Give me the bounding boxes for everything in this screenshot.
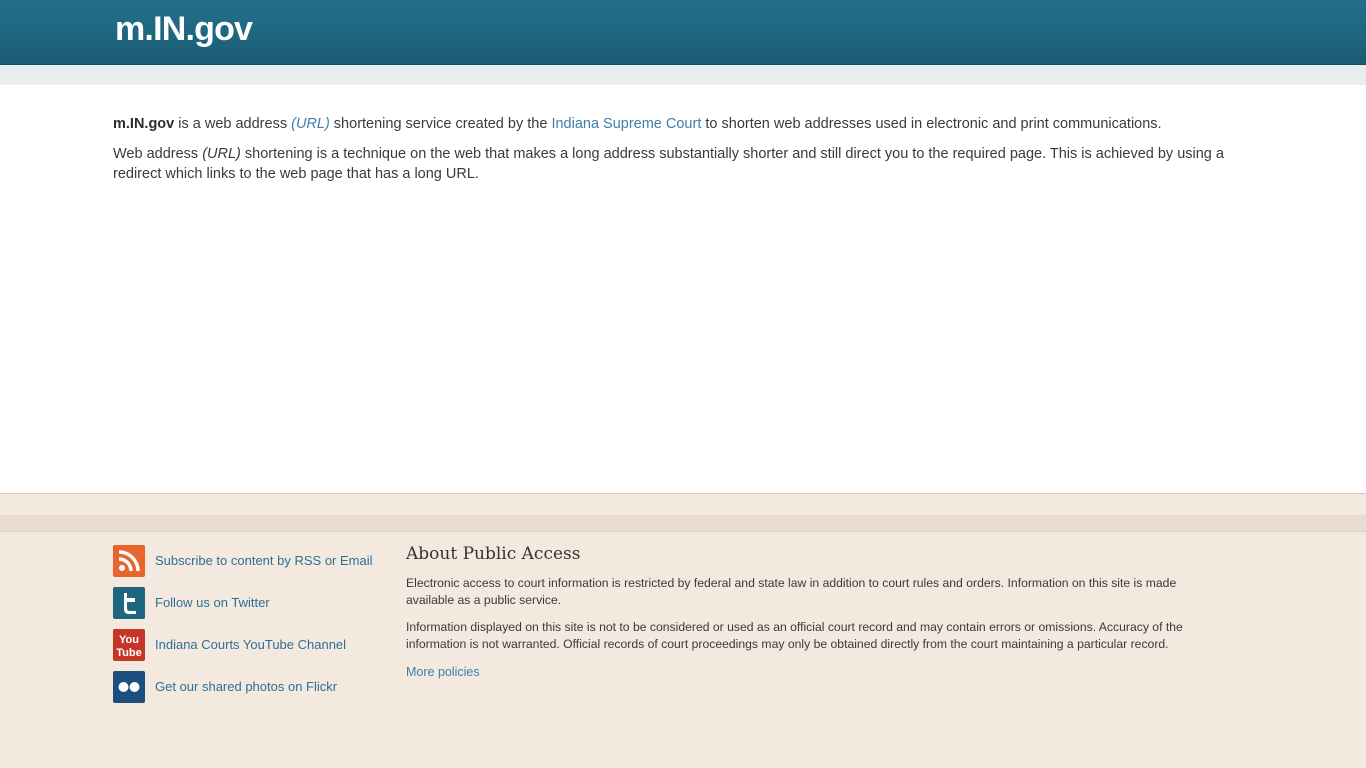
rss-link-label: Subscribe to content by RSS or Email	[155, 553, 373, 568]
site-header: m.IN.gov	[0, 0, 1366, 65]
intro-text-1: is a web address	[174, 116, 292, 132]
site-name-text: m.IN.gov	[113, 116, 175, 132]
about-title: About Public Access	[406, 544, 581, 564]
twitter-icon	[113, 587, 145, 619]
flickr-link-label: Get our shared photos on Flickr	[155, 679, 338, 694]
indiana-supreme-court-link[interactable]: Indiana Supreme Court	[551, 116, 701, 132]
explain-url-term: (URL)	[202, 146, 241, 162]
youtube-icon: You Tube	[113, 629, 145, 661]
svg-text:Tube: Tube	[116, 647, 141, 659]
about-paragraph-2: Information displayed on this site is no…	[406, 620, 1183, 651]
main-content-area: m.IN.gov is a web address (URL) shorteni…	[0, 85, 1366, 493]
explain-text-2: shortening is a technique on the web tha…	[113, 146, 1224, 182]
about-paragraph-1: Electronic access to court information i…	[406, 576, 1177, 607]
url-term: (URL)	[291, 116, 330, 132]
youtube-link-label: Indiana Courts YouTube Channel	[155, 637, 347, 652]
site-logo-link[interactable]: m.IN.gov	[115, 9, 253, 49]
svg-text:You: You	[119, 634, 139, 646]
url-term-link[interactable]: (URL)	[291, 116, 330, 132]
rss-icon	[113, 545, 145, 577]
flickr-icon	[113, 671, 145, 703]
intro-text-2: shortening service created by the	[329, 116, 552, 132]
intro-text-3: to shorten web addresses used in electro…	[701, 116, 1162, 132]
footer-divider	[0, 493, 1366, 494]
twitter-link-label: Follow us on Twitter	[155, 595, 270, 610]
sub-header-bar	[0, 65, 1366, 85]
content-body: m.IN.gov is a web address (URL) shorteni…	[113, 114, 1243, 194]
footer-band	[0, 515, 1366, 532]
explain-paragraph: Web address (URL) shortening is a techni…	[113, 144, 1243, 184]
about-public-access: About Public Access Electronic access to…	[406, 543, 1226, 681]
intro-paragraph: m.IN.gov is a web address (URL) shorteni…	[113, 114, 1243, 134]
more-policies-link[interactable]: More policies	[406, 665, 480, 679]
explain-text-1: Web address	[113, 146, 203, 162]
